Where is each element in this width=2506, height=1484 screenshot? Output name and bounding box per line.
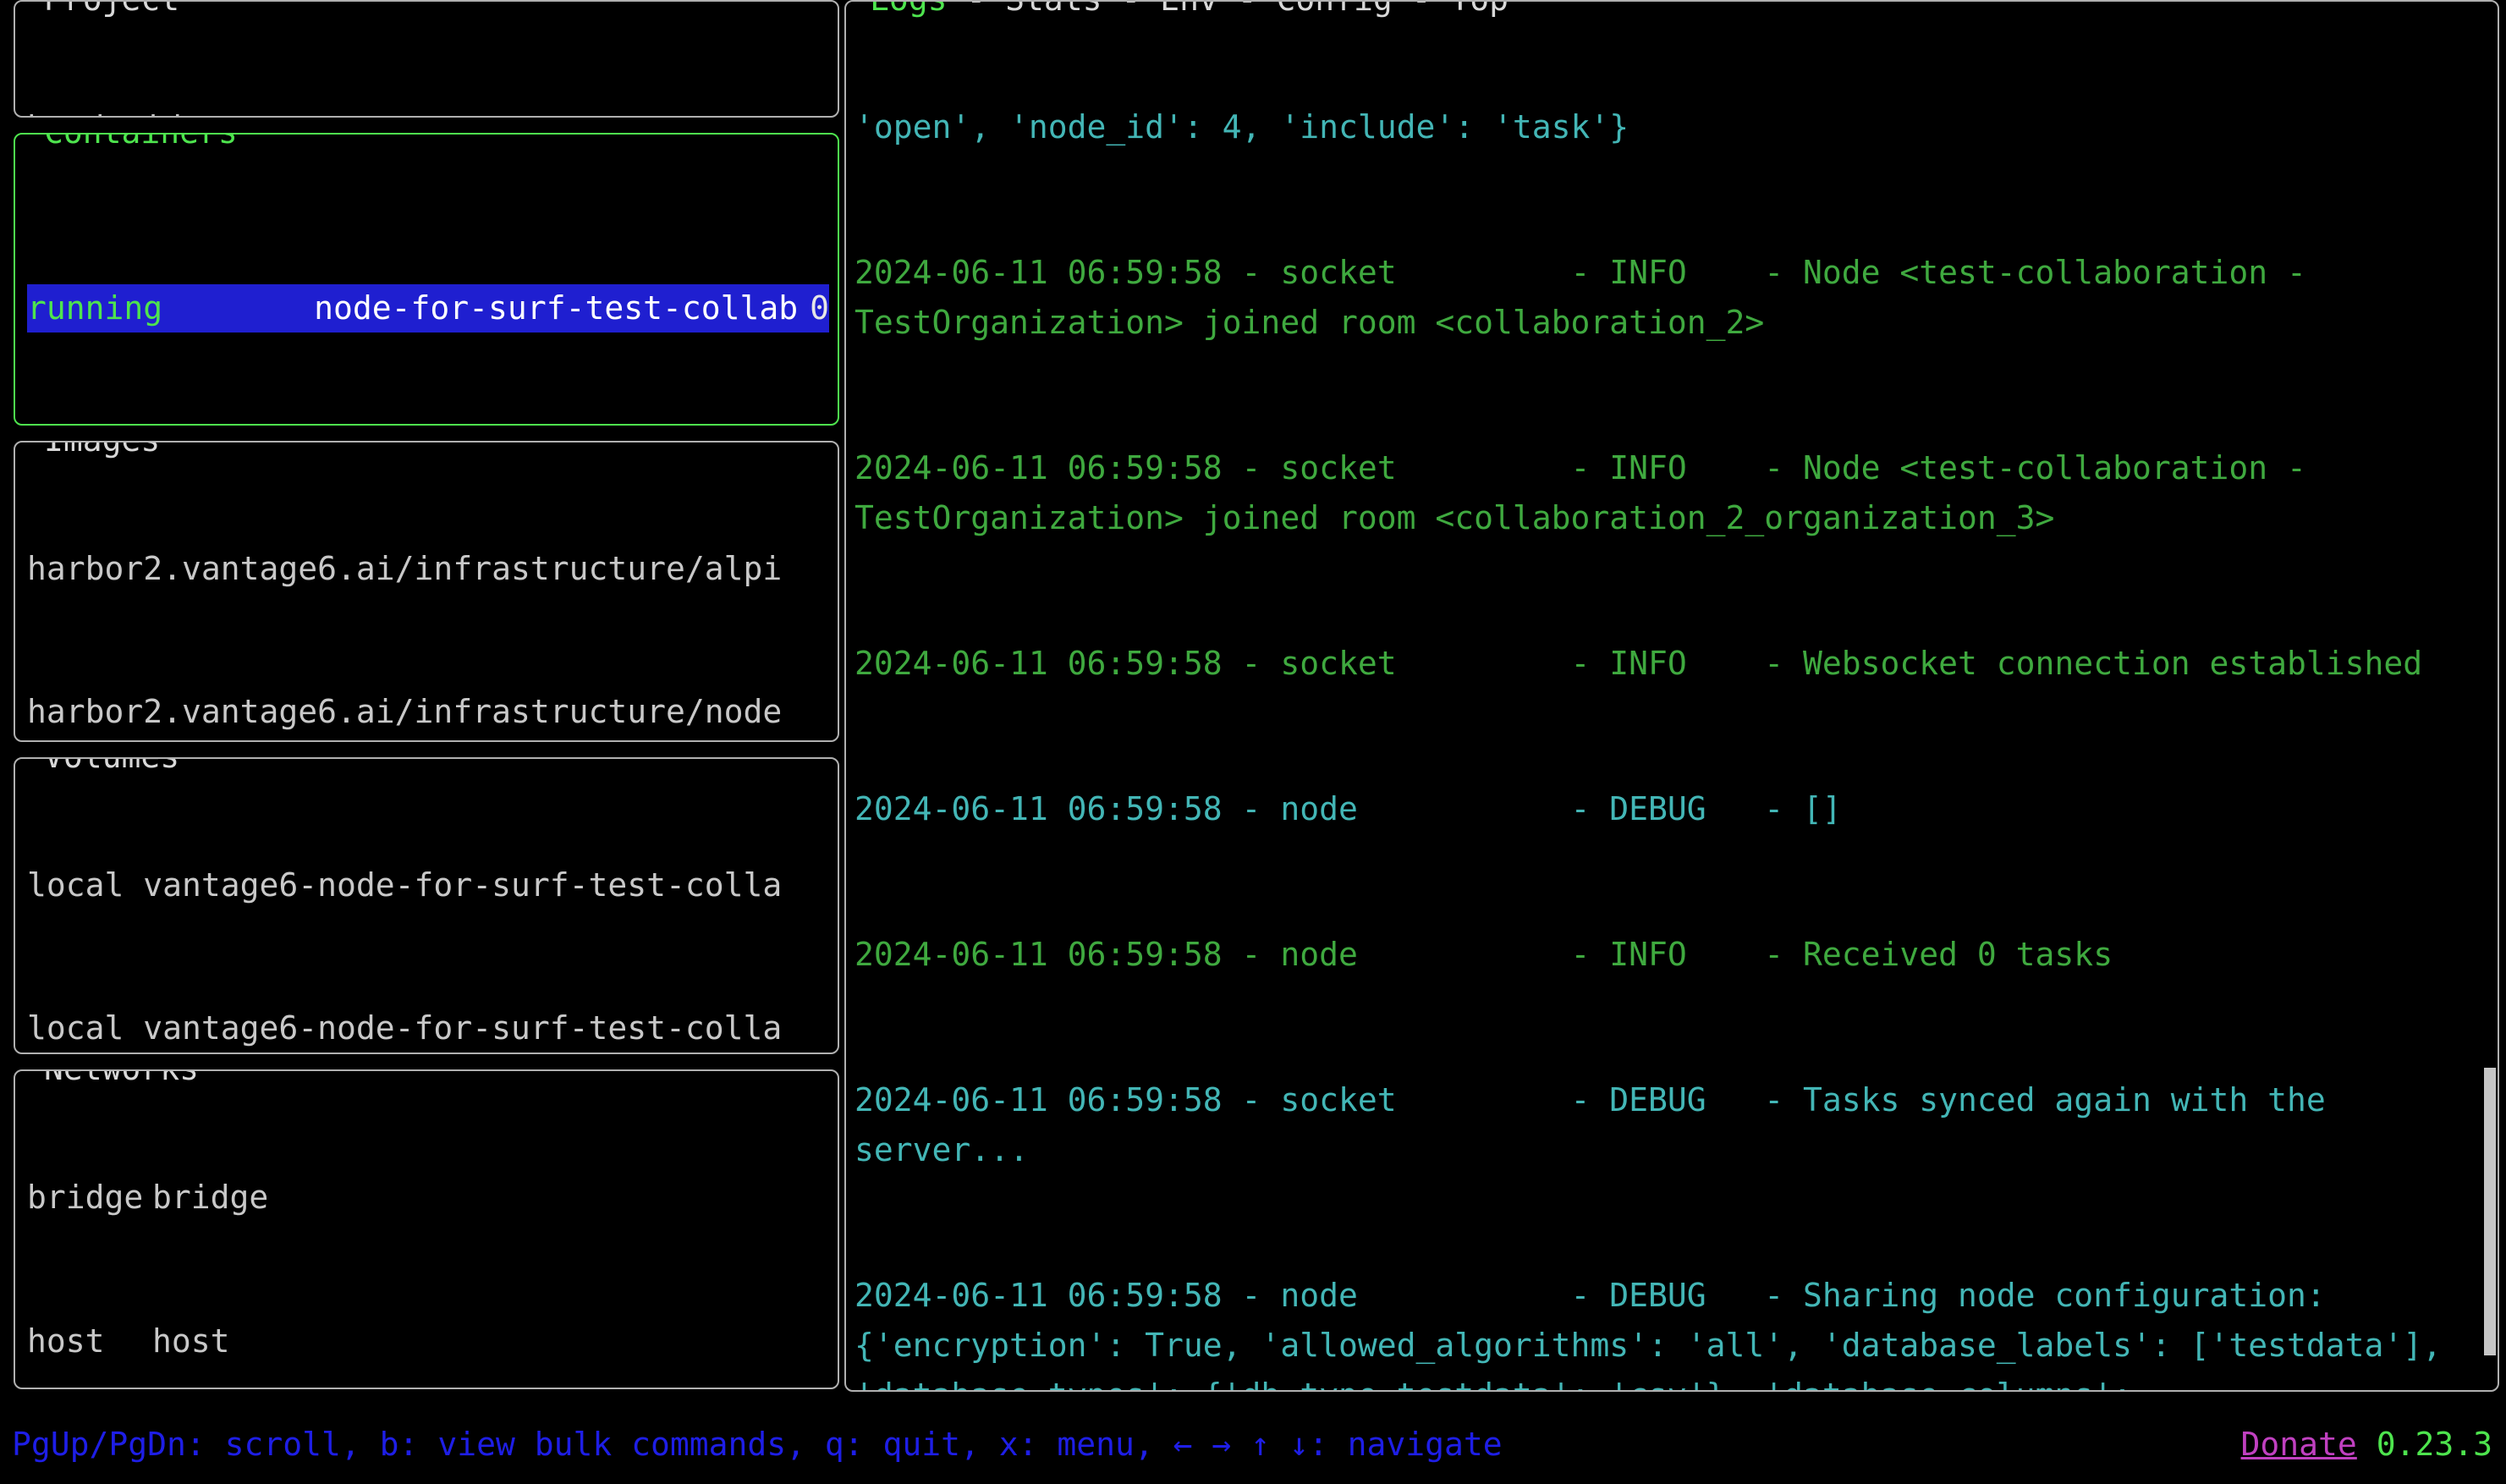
log-line: 2024-06-11 06:59:58 - socket - INFO - We…: [855, 645, 2423, 682]
version-label: 0.23.3: [2376, 1426, 2492, 1463]
log-line: 2024-06-11 06:59:58 - socket - INFO - No…: [855, 449, 2326, 536]
volume-row[interactable]: local vantage6-node-for-surf-test-colla: [27, 1004, 829, 1053]
log-line: 2024-06-11 06:59:58 - node - INFO - Rece…: [855, 936, 2113, 973]
tab-separator: -: [948, 2, 1006, 18]
network-name: host: [152, 1322, 230, 1360]
main-columns: Project hcadavid Containers running node…: [0, 0, 2506, 1404]
panel-images-title: Images: [37, 442, 168, 464]
log-line: 'open', 'node_id': 4, 'include': 'task'}: [855, 108, 1629, 146]
donate-link[interactable]: Donate: [2241, 1426, 2357, 1463]
panel-project-title: Project: [37, 1, 187, 23]
status-bar-right: Donate 0.23.3: [2241, 1404, 2506, 1484]
sidebar: Project hcadavid Containers running node…: [0, 0, 839, 1404]
log-line: 2024-06-11 06:59:58 - node - DEBUG - []: [855, 790, 1842, 827]
project-name[interactable]: hcadavid: [27, 104, 829, 116]
tab-env[interactable]: Env: [1160, 2, 1218, 18]
tab-top[interactable]: Top: [1450, 2, 1509, 18]
volume-row[interactable]: local vantage6-node-for-surf-test-colla: [27, 861, 829, 910]
main-panel-column: Logs - Stats - Env - Config - Top 'open'…: [839, 0, 2506, 1404]
container-status: running: [27, 289, 163, 327]
panel-images-body: harbor2.vantage6.ai/infrastructure/alpi …: [15, 449, 838, 740]
log-line: 2024-06-11 06:59:58 - node - DEBUG - Sha…: [855, 1277, 2442, 1390]
panel-networks[interactable]: Networks bridge bridge host host null no…: [14, 1069, 839, 1389]
panel-containers-title: Containers: [37, 134, 245, 156]
panel-logs[interactable]: Logs - Stats - Env - Config - Top 'open'…: [844, 0, 2499, 1392]
tab-separator: -: [1102, 2, 1161, 18]
tab-separator: -: [1393, 2, 1451, 18]
log-line: 2024-06-11 06:59:58 - socket - DEBUG - T…: [855, 1081, 2345, 1168]
log-output[interactable]: 'open', 'node_id': 4, 'include': 'task'}…: [846, 2, 2498, 1390]
panel-project-body: hcadavid: [15, 8, 838, 116]
main-panel-tabs: Logs - Stats - Env - Config - Top: [863, 2, 1516, 23]
container-row[interactable]: running node-for-surf-test-collab 0: [27, 284, 829, 333]
panel-volumes[interactable]: Volumes local vantage6-node-for-surf-tes…: [14, 756, 839, 1055]
network-driver: bridge: [27, 1179, 144, 1217]
panel-volumes-body: local vantage6-node-for-surf-test-colla …: [15, 766, 838, 1053]
network-row[interactable]: bridge bridge: [27, 1173, 829, 1222]
tab-logs[interactable]: Logs: [870, 2, 948, 18]
panel-networks-title: Networks: [37, 1071, 206, 1093]
lazydocker-window: Project hcadavid Containers running node…: [0, 0, 2506, 1484]
panel-containers[interactable]: Containers running node-for-surf-test-co…: [14, 132, 839, 426]
network-row[interactable]: host host: [27, 1317, 829, 1366]
panel-volumes-title: Volumes: [37, 758, 187, 780]
panel-images[interactable]: Images harbor2.vantage6.ai/infrastructur…: [14, 440, 839, 742]
tab-stats[interactable]: Stats: [1005, 2, 1102, 18]
image-row[interactable]: harbor2.vantage6.ai/infrastructure/alpi: [27, 545, 829, 593]
panel-networks-body: bridge bridge host host null none bridge…: [15, 1078, 838, 1388]
container-count: 0: [810, 289, 829, 327]
keybinding-hints: PgUp/PgDn: scroll, b: view bulk commands…: [12, 1426, 1503, 1463]
log-line: 2024-06-11 06:59:58 - socket - INFO - No…: [855, 254, 2326, 341]
tab-separator: -: [1218, 2, 1277, 18]
status-bar: PgUp/PgDn: scroll, b: view bulk commands…: [0, 1404, 2506, 1484]
network-driver: host: [27, 1322, 105, 1360]
network-name: bridge: [152, 1179, 269, 1217]
image-row[interactable]: harbor2.vantage6.ai/infrastructure/node: [27, 688, 829, 736]
status-spacer: [2357, 1426, 2377, 1463]
panel-project[interactable]: Project hcadavid: [14, 0, 839, 118]
panel-containers-body: running node-for-surf-test-collab 0 exit…: [15, 141, 838, 424]
container-name: node-for-surf-test-collab: [314, 289, 799, 327]
log-scrollbar-thumb[interactable]: [2484, 1068, 2496, 1355]
tab-config[interactable]: Config: [1276, 2, 1392, 18]
